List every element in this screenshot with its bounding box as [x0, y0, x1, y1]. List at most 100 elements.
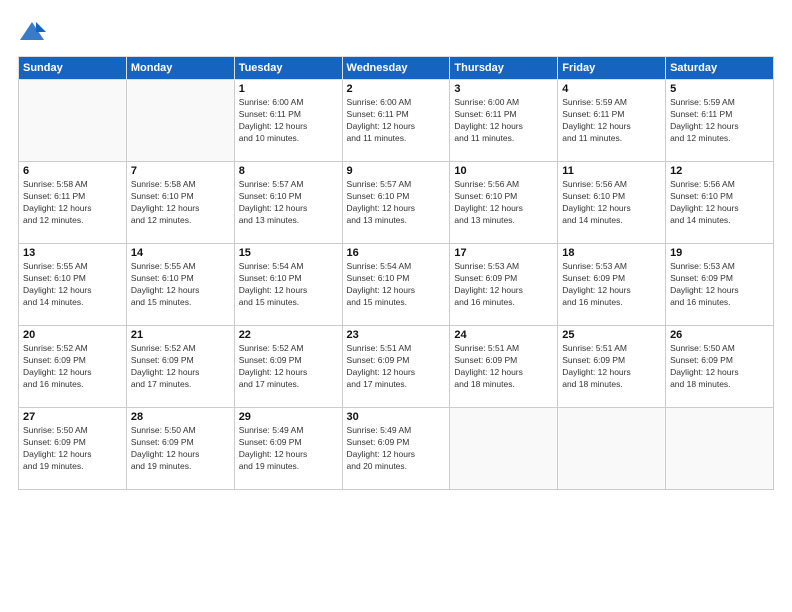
day-info: Sunrise: 5:51 AM Sunset: 6:09 PM Dayligh… — [454, 343, 553, 391]
day-number: 21 — [131, 329, 230, 341]
calendar-week-1: 1 Sunrise: 6:00 AM Sunset: 6:11 PM Daylig… — [19, 80, 774, 162]
calendar-header-row: SundayMondayTuesdayWednesdayThursdayFrid… — [19, 57, 774, 80]
calendar-header-saturday: Saturday — [666, 57, 774, 80]
day-number: 18 — [562, 247, 661, 259]
calendar-cell: 4Sunrise: 5:59 AM Sunset: 6:11 PM Daylig… — [558, 80, 666, 162]
day-info: Sunrise: 6:00 AM Sunset: 6:11 PM Dayligh… — [454, 97, 553, 145]
day-number: 7 — [131, 165, 230, 177]
calendar-cell: 20Sunrise: 5:52 AM Sunset: 6:09 PM Dayli… — [19, 326, 127, 408]
calendar-cell: 14 Sunrise: 5:55 AM Sunset: 6:10 PM Dayli… — [126, 244, 234, 326]
calendar-cell — [19, 80, 127, 162]
calendar-cell: 26 Sunrise: 5:50 AM Sunset: 6:09 PM Dayli… — [666, 326, 774, 408]
day-info: Sunrise: 5:58 AM Sunset: 6:10 PM Dayligh… — [131, 179, 230, 227]
day-number: 26 — [670, 329, 769, 341]
day-info: Sunrise: 5:54 AM Sunset: 6:10 PM Dayligh… — [239, 261, 338, 309]
calendar-cell: 3 Sunrise: 6:00 AM Sunset: 6:11 PM Daylig… — [450, 80, 558, 162]
day-info: Sunrise: 5:55 AM Sunset: 6:10 PM Dayligh… — [23, 261, 122, 309]
day-number: 4 — [562, 83, 661, 95]
day-number: 23 — [347, 329, 446, 341]
day-info: Sunrise: 5:57 AM Sunset: 6:10 PM Dayligh… — [347, 179, 446, 227]
day-info: Sunrise: 5:53 AM Sunset: 6:09 PM Dayligh… — [670, 261, 769, 309]
day-number: 22 — [239, 329, 338, 341]
day-number: 6 — [23, 165, 122, 177]
calendar-cell: 8 Sunrise: 5:57 AM Sunset: 6:10 PM Daylig… — [234, 162, 342, 244]
calendar-cell: 1 Sunrise: 6:00 AM Sunset: 6:11 PM Daylig… — [234, 80, 342, 162]
logo — [18, 18, 48, 46]
calendar-cell: 21 Sunrise: 5:52 AM Sunset: 6:09 PM Dayli… — [126, 326, 234, 408]
calendar-cell: 29Sunrise: 5:49 AM Sunset: 6:09 PM Dayli… — [234, 408, 342, 490]
calendar-cell: 25Sunrise: 5:51 AM Sunset: 6:09 PM Dayli… — [558, 326, 666, 408]
day-number: 3 — [454, 83, 553, 95]
day-info: Sunrise: 6:00 AM Sunset: 6:11 PM Dayligh… — [239, 97, 338, 145]
day-number: 29 — [239, 411, 338, 423]
calendar-cell: 17 Sunrise: 5:53 AM Sunset: 6:09 PM Dayli… — [450, 244, 558, 326]
calendar-cell: 6 Sunrise: 5:58 AM Sunset: 6:11 PM Daylig… — [19, 162, 127, 244]
day-number: 30 — [347, 411, 446, 423]
day-info: Sunrise: 6:00 AM Sunset: 6:11 PM Dayligh… — [347, 97, 446, 145]
day-number: 19 — [670, 247, 769, 259]
day-info: Sunrise: 5:57 AM Sunset: 6:10 PM Dayligh… — [239, 179, 338, 227]
calendar-week-5: 27Sunrise: 5:50 AM Sunset: 6:09 PM Dayli… — [19, 408, 774, 490]
day-info: Sunrise: 5:52 AM Sunset: 6:09 PM Dayligh… — [131, 343, 230, 391]
day-info: Sunrise: 5:50 AM Sunset: 6:09 PM Dayligh… — [670, 343, 769, 391]
header — [18, 18, 774, 46]
day-info: Sunrise: 5:52 AM Sunset: 6:09 PM Dayligh… — [239, 343, 338, 391]
calendar-cell: 10 Sunrise: 5:56 AM Sunset: 6:10 PM Dayli… — [450, 162, 558, 244]
day-info: Sunrise: 5:53 AM Sunset: 6:09 PM Dayligh… — [454, 261, 553, 309]
calendar-cell — [450, 408, 558, 490]
day-number: 10 — [454, 165, 553, 177]
day-number: 8 — [239, 165, 338, 177]
calendar-cell: 15 Sunrise: 5:54 AM Sunset: 6:10 PM Dayli… — [234, 244, 342, 326]
calendar: SundayMondayTuesdayWednesdayThursdayFrid… — [18, 56, 774, 490]
calendar-week-2: 6 Sunrise: 5:58 AM Sunset: 6:11 PM Daylig… — [19, 162, 774, 244]
day-number: 13 — [23, 247, 122, 259]
calendar-week-3: 13 Sunrise: 5:55 AM Sunset: 6:10 PM Dayli… — [19, 244, 774, 326]
day-info: Sunrise: 5:51 AM Sunset: 6:09 PM Dayligh… — [562, 343, 661, 391]
calendar-header-wednesday: Wednesday — [342, 57, 450, 80]
day-number: 15 — [239, 247, 338, 259]
calendar-cell: 12 Sunrise: 5:56 AM Sunset: 6:10 PM Dayli… — [666, 162, 774, 244]
page: SundayMondayTuesdayWednesdayThursdayFrid… — [0, 0, 792, 612]
day-number: 1 — [239, 83, 338, 95]
calendar-header-thursday: Thursday — [450, 57, 558, 80]
day-number: 12 — [670, 165, 769, 177]
calendar-cell: 2 Sunrise: 6:00 AM Sunset: 6:11 PM Daylig… — [342, 80, 450, 162]
calendar-header-sunday: Sunday — [19, 57, 127, 80]
day-number: 5 — [670, 83, 769, 95]
day-info: Sunrise: 5:56 AM Sunset: 6:10 PM Dayligh… — [562, 179, 661, 227]
calendar-cell: 24 Sunrise: 5:51 AM Sunset: 6:09 PM Dayli… — [450, 326, 558, 408]
logo-icon — [18, 18, 46, 46]
day-number: 9 — [347, 165, 446, 177]
day-number: 14 — [131, 247, 230, 259]
calendar-week-4: 20 Sunrise: 5:52 AM Sunset: 6:09 PM Dayli… — [19, 326, 774, 408]
day-info: Sunrise: 5:53 AM Sunset: 6:09 PM Dayligh… — [562, 261, 661, 309]
calendar-cell: 9 Sunrise: 5:57 AM Sunset: 6:10 PM Daylig… — [342, 162, 450, 244]
day-info: Sunrise: 5:54 AM Sunset: 6:10 PM Dayligh… — [347, 261, 446, 309]
calendar-cell: 11Sunrise: 5:56 AM Sunset: 6:10 PM Dayli… — [558, 162, 666, 244]
day-number: 2 — [347, 83, 446, 95]
day-number: 24 — [454, 329, 553, 341]
day-number: 17 — [454, 247, 553, 259]
calendar-cell: 28 Sunrise: 5:50 AM Sunset: 6:09 PM Dayli… — [126, 408, 234, 490]
calendar-cell: 18 Sunrise: 5:53 AM Sunset: 6:09 PM Dayli… — [558, 244, 666, 326]
day-number: 20 — [23, 329, 122, 341]
calendar-cell: 13 Sunrise: 5:55 AM Sunset: 6:10 PM Dayli… — [19, 244, 127, 326]
day-info: Sunrise: 5:49 AM Sunset: 6:09 PM Dayligh… — [347, 425, 446, 473]
day-info: Sunrise: 5:58 AM Sunset: 6:11 PM Dayligh… — [23, 179, 122, 227]
calendar-cell: 5 Sunrise: 5:59 AM Sunset: 6:11 PM Daylig… — [666, 80, 774, 162]
day-info: Sunrise: 5:50 AM Sunset: 6:09 PM Dayligh… — [131, 425, 230, 473]
calendar-cell: 27Sunrise: 5:50 AM Sunset: 6:09 PM Dayli… — [19, 408, 127, 490]
day-info: Sunrise: 5:56 AM Sunset: 6:10 PM Dayligh… — [670, 179, 769, 227]
day-info: Sunrise: 5:59 AM Sunset: 6:11 PM Dayligh… — [670, 97, 769, 145]
day-info: Sunrise: 5:55 AM Sunset: 6:10 PM Dayligh… — [131, 261, 230, 309]
calendar-header-friday: Friday — [558, 57, 666, 80]
calendar-cell: 19 Sunrise: 5:53 AM Sunset: 6:09 PM Dayli… — [666, 244, 774, 326]
calendar-cell: 23Sunrise: 5:51 AM Sunset: 6:09 PM Dayli… — [342, 326, 450, 408]
calendar-cell: 22 Sunrise: 5:52 AM Sunset: 6:09 PM Dayli… — [234, 326, 342, 408]
day-info: Sunrise: 5:56 AM Sunset: 6:10 PM Dayligh… — [454, 179, 553, 227]
day-number: 28 — [131, 411, 230, 423]
calendar-cell: 16 Sunrise: 5:54 AM Sunset: 6:10 PM Dayli… — [342, 244, 450, 326]
day-number: 16 — [347, 247, 446, 259]
calendar-cell — [558, 408, 666, 490]
calendar-cell: 30 Sunrise: 5:49 AM Sunset: 6:09 PM Dayli… — [342, 408, 450, 490]
